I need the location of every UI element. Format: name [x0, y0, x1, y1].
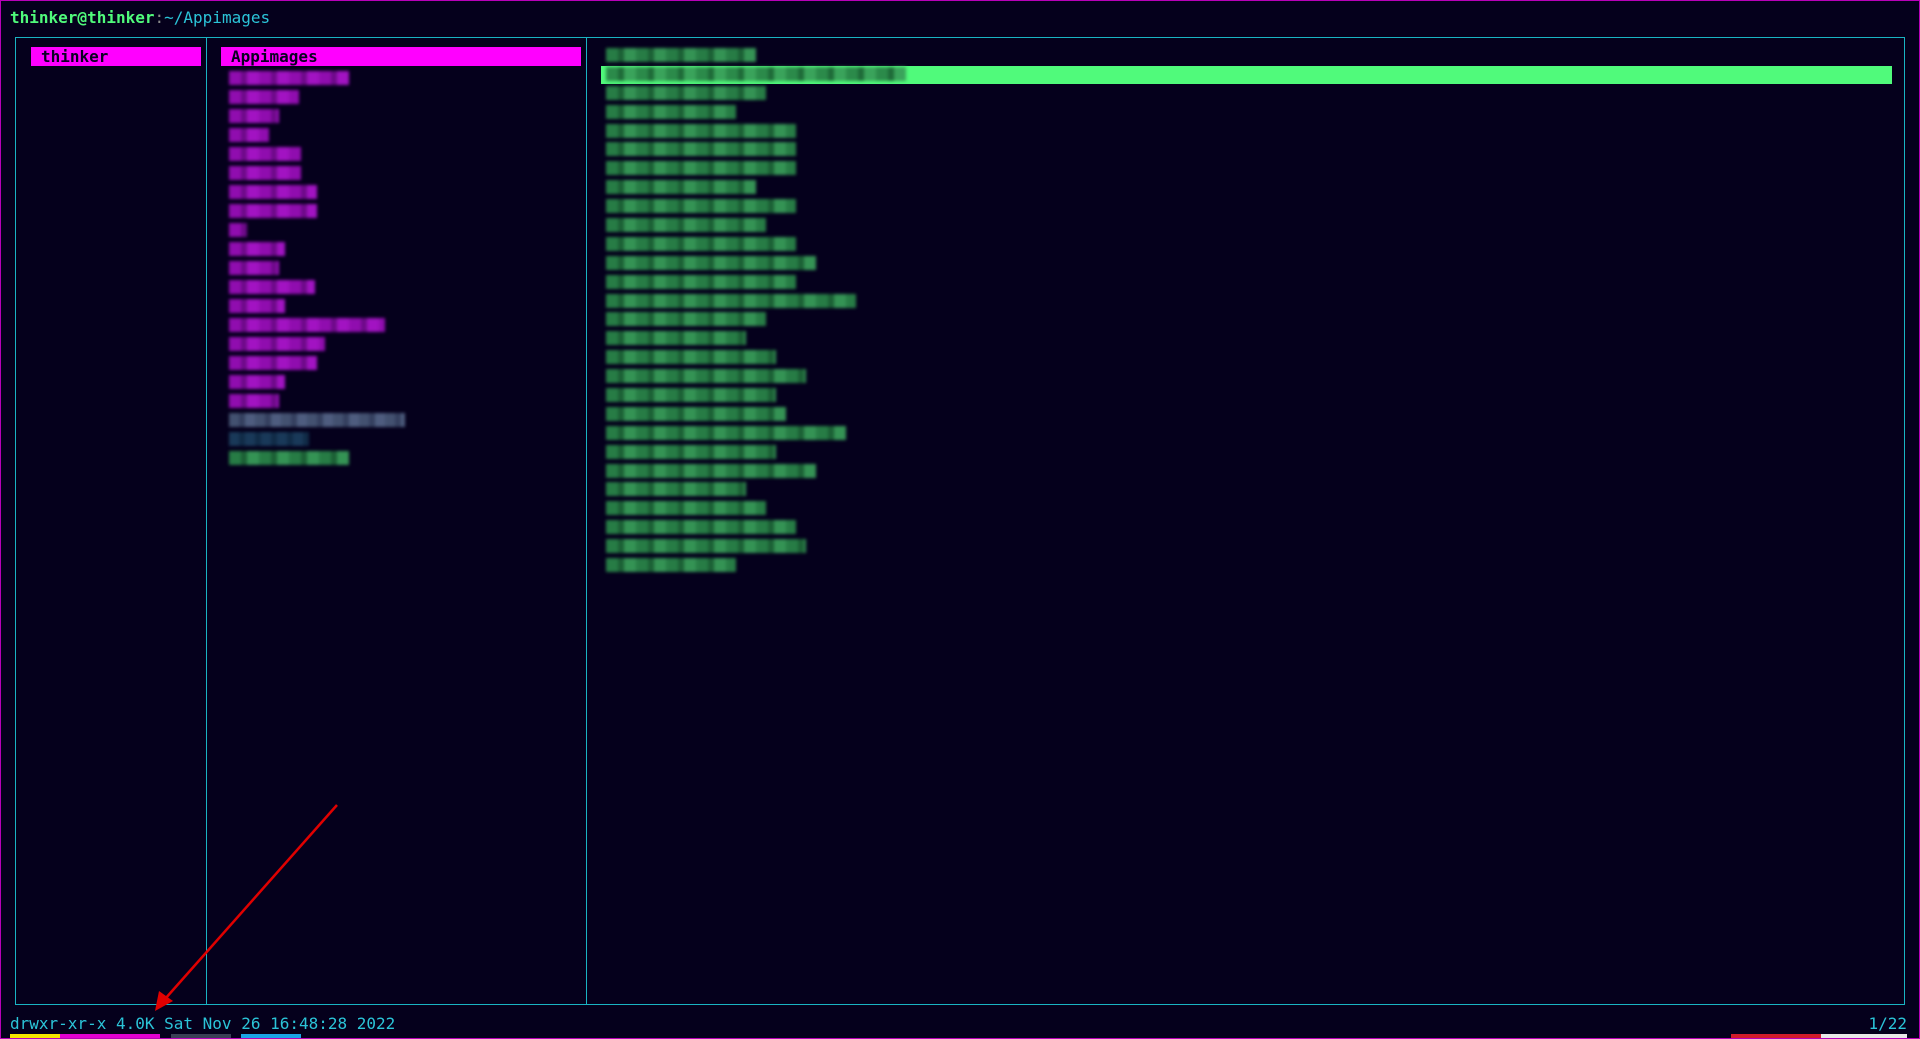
preview-listing	[606, 48, 906, 577]
title-separator: :	[154, 8, 165, 27]
list-item	[606, 425, 846, 440]
list-item	[606, 331, 746, 346]
status-segment	[1731, 1034, 1821, 1038]
list-item	[606, 274, 796, 289]
current-dir-listing	[229, 71, 405, 470]
list-item	[606, 123, 796, 138]
list-item	[606, 350, 776, 365]
list-item[interactable]	[229, 166, 301, 180]
list-item	[606, 236, 796, 251]
status-segment	[60, 1034, 160, 1038]
list-item	[606, 482, 746, 497]
title-user-host: thinker@thinker	[10, 8, 155, 27]
list-item[interactable]	[229, 299, 285, 313]
list-item[interactable]	[229, 280, 315, 294]
list-item	[606, 388, 776, 403]
status-file-info: drwxr-xr-x 4.0K Sat Nov 26 16:48:28 2022	[10, 1014, 396, 1033]
list-item[interactable]	[229, 432, 309, 446]
column-divider-right	[586, 38, 587, 1004]
list-item[interactable]	[229, 261, 279, 275]
column-divider-left	[206, 38, 207, 1004]
list-item	[606, 104, 736, 119]
list-item	[606, 369, 806, 384]
list-item	[606, 85, 766, 100]
list-item[interactable]	[229, 318, 385, 332]
list-item[interactable]	[229, 394, 279, 408]
list-item	[606, 48, 756, 62]
list-item	[606, 66, 906, 81]
list-item[interactable]	[229, 356, 317, 370]
list-item	[606, 142, 796, 157]
list-item	[606, 406, 786, 421]
list-item[interactable]	[229, 223, 247, 237]
list-item[interactable]	[229, 451, 349, 465]
current-dir-entry[interactable]: Appimages	[221, 47, 581, 66]
list-item	[606, 520, 796, 535]
list-item	[606, 293, 856, 308]
list-item[interactable]	[229, 147, 301, 161]
list-item[interactable]	[229, 337, 325, 351]
list-item	[606, 161, 796, 176]
list-item	[606, 180, 756, 195]
status-position: 1/22	[1868, 1014, 1907, 1033]
parent-dir-entry[interactable]: thinker	[31, 47, 201, 66]
ranger-frame: thinker Appimages	[15, 37, 1905, 1005]
list-item[interactable]	[229, 204, 317, 218]
list-item[interactable]	[229, 413, 405, 427]
list-item[interactable]	[229, 242, 285, 256]
list-item	[606, 501, 766, 516]
list-item	[606, 218, 766, 233]
list-item	[606, 312, 766, 327]
list-item[interactable]	[229, 375, 285, 389]
status-segment	[241, 1034, 301, 1038]
status-segment	[1821, 1034, 1907, 1038]
terminal-window: thinker@thinker:~/Appimages thinker Appi…	[0, 0, 1920, 1039]
list-item[interactable]	[229, 71, 349, 85]
list-item[interactable]	[229, 109, 279, 123]
list-item	[606, 255, 816, 270]
list-item[interactable]	[229, 90, 299, 104]
terminal-title: thinker@thinker:~/Appimages	[10, 7, 270, 29]
list-item[interactable]	[229, 185, 317, 199]
list-item	[606, 539, 806, 554]
list-item[interactable]	[229, 128, 269, 142]
tmux-status-bar	[1, 1034, 1919, 1038]
list-item	[606, 199, 796, 214]
title-path: ~/Appimages	[164, 8, 271, 27]
status-segment	[171, 1034, 231, 1038]
list-item	[606, 463, 816, 478]
status-segment	[10, 1034, 60, 1038]
list-item	[606, 558, 736, 573]
list-item	[606, 444, 776, 459]
